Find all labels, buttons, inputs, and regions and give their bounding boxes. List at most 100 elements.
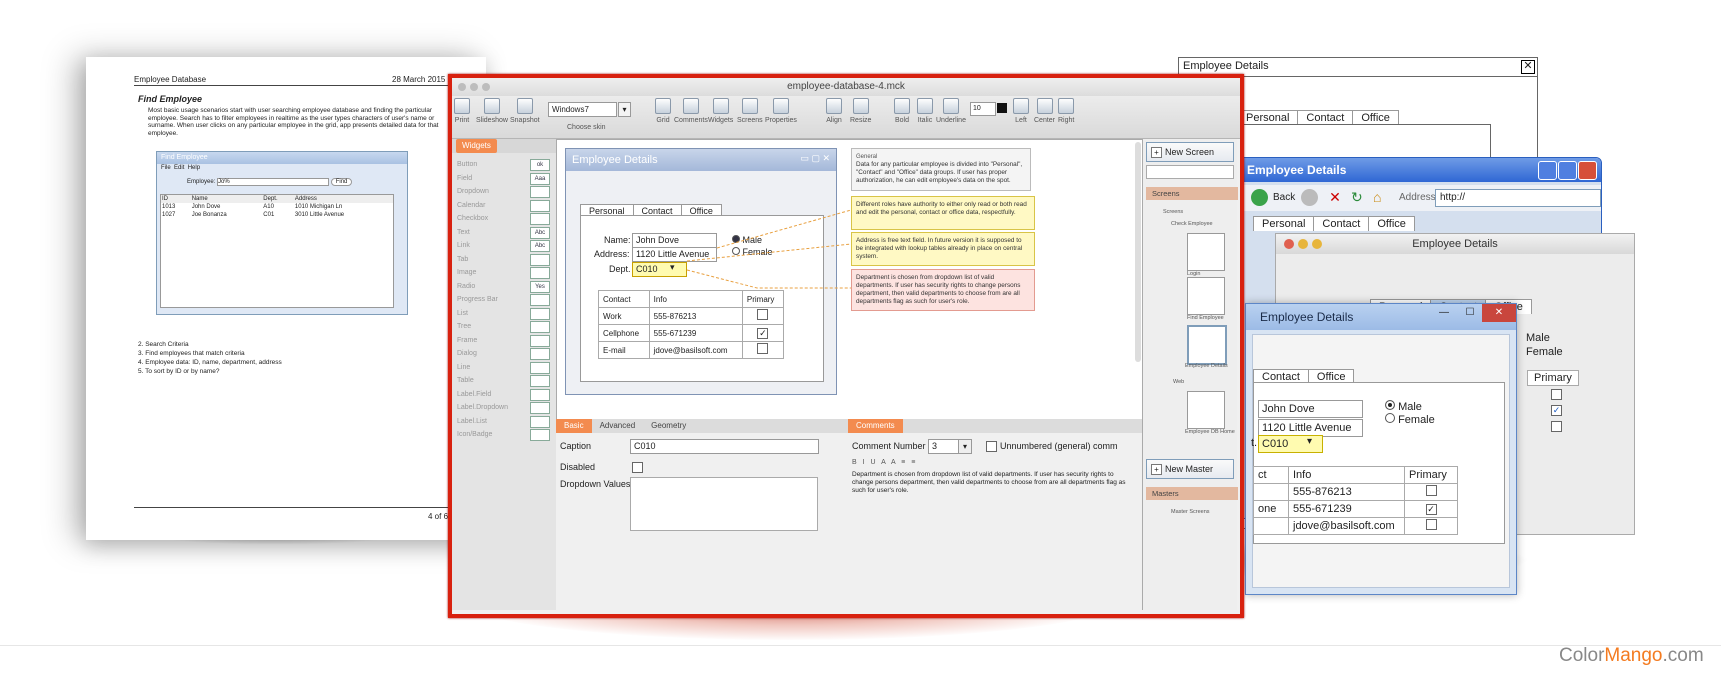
widget-item[interactable]: Frame	[457, 337, 477, 344]
widget-item[interactable]: Field	[457, 175, 472, 182]
unnumbered-checkbox[interactable]	[986, 441, 997, 452]
font-size-field[interactable]: 10	[970, 102, 996, 116]
table-row[interactable]: 555-876213	[1253, 483, 1458, 501]
widget-item[interactable]: Image	[457, 269, 476, 276]
widget-item[interactable]: Progress Bar	[457, 296, 498, 303]
underline-button[interactable]: Underline	[936, 98, 966, 124]
forward-icon[interactable]	[1301, 189, 1318, 206]
align-button[interactable]: Align	[826, 98, 842, 124]
checkbox-checked[interactable]: ✓	[1551, 405, 1562, 416]
checkbox[interactable]	[1425, 485, 1437, 496]
close-icon[interactable]	[458, 83, 466, 91]
tree-item-web[interactable]: Web	[1173, 379, 1184, 385]
tab-comments[interactable]: Comments	[848, 419, 903, 433]
table-row[interactable]: jdove@basilsoft.com	[1253, 517, 1458, 535]
widget-item[interactable]: Calendar	[457, 202, 485, 209]
widget-item[interactable]: Dropdown	[457, 188, 489, 195]
name-field[interactable]: John Dove	[1258, 400, 1363, 418]
widget-item[interactable]: Line	[457, 364, 470, 371]
minimize-icon[interactable]: —	[1434, 304, 1454, 322]
disabled-checkbox[interactable]	[632, 462, 643, 473]
new-screen-button[interactable]: + New Screen	[1146, 142, 1234, 162]
checkbox[interactable]	[1551, 421, 1562, 432]
design-canvas[interactable]: Employee Details ▭ ▢ ✕ Personal Contact Of…	[556, 139, 1144, 421]
widgets-button[interactable]: Widgets	[708, 98, 733, 124]
screen-thumb-find-employee[interactable]	[1187, 277, 1225, 315]
tree-item-check-employee[interactable]: Check Employee	[1171, 221, 1213, 227]
tab-geometry[interactable]: Geometry	[643, 419, 694, 433]
canvas-scrollbar[interactable]	[1135, 142, 1141, 362]
screen-thumb-employee-details[interactable]	[1187, 325, 1227, 365]
back-icon[interactable]	[1251, 189, 1268, 206]
minimize-icon[interactable]	[470, 83, 478, 91]
male-radio[interactable]: Male	[1385, 400, 1422, 413]
print-button[interactable]: Print	[454, 98, 470, 124]
tab-personal[interactable]: Personal	[1237, 110, 1299, 125]
chevron-down-icon[interactable]: ▾	[618, 102, 631, 117]
tab-advanced[interactable]: Advanced	[592, 419, 644, 433]
widget-item[interactable]: Text	[457, 229, 470, 236]
screens-search-field[interactable]	[1146, 165, 1234, 179]
female-radio[interactable]: Female	[1385, 413, 1435, 426]
comment-text[interactable]: Department is chosen from dropdown list …	[852, 471, 1126, 495]
widget-item[interactable]: Tab	[457, 256, 468, 263]
tab-widgets[interactable]: Widgets	[456, 139, 497, 153]
table-row[interactable]: one 555-671239 ✓	[1253, 500, 1458, 518]
skin-dropdown[interactable]: Windows7	[548, 102, 617, 117]
properties-button[interactable]: Properties	[765, 98, 797, 124]
zoom-icon[interactable]	[1312, 239, 1322, 249]
text-format-icons[interactable]: B I U A A ≡ ≡	[852, 459, 917, 466]
color-swatch[interactable]	[997, 103, 1007, 113]
zoom-icon[interactable]	[482, 83, 490, 91]
align-left-button[interactable]: Left	[1013, 98, 1029, 124]
widget-item[interactable]: Link	[457, 242, 470, 249]
minimize-icon[interactable]	[1538, 161, 1557, 180]
home-icon[interactable]: ⌂	[1373, 188, 1391, 206]
caption-field[interactable]: C010	[630, 439, 819, 454]
close-icon[interactable]	[1578, 161, 1597, 180]
checkbox[interactable]	[1425, 519, 1437, 530]
widget-item[interactable]: Table	[457, 377, 474, 384]
tab-office[interactable]: Office	[1368, 216, 1415, 231]
address-field[interactable]: http://	[1435, 189, 1601, 207]
tree-item-master-screens[interactable]: Master Screens	[1171, 509, 1210, 515]
screens-button[interactable]: Screens	[737, 98, 763, 124]
widget-item[interactable]: Label.Dropdown	[457, 404, 508, 411]
comments-button[interactable]: Comments	[674, 98, 708, 124]
chevron-down-icon[interactable]: ▾	[1307, 436, 1312, 447]
tab-personal[interactable]: Personal	[1253, 216, 1315, 231]
widget-item[interactable]: Checkbox	[457, 215, 488, 222]
resize-button[interactable]: Resize	[850, 98, 871, 124]
widget-item[interactable]: Radio	[457, 283, 475, 290]
snapshot-button[interactable]: Snapshot	[510, 98, 540, 124]
refresh-icon[interactable]: ↻	[1351, 189, 1367, 205]
tab-contact[interactable]: Contact	[1313, 216, 1370, 231]
grid-button[interactable]: Grid	[655, 98, 671, 124]
tab-basic[interactable]: Basic	[556, 419, 592, 433]
widget-item[interactable]: Icon/Badge	[457, 431, 492, 438]
chevron-down-icon[interactable]: ▾	[958, 439, 972, 454]
italic-button[interactable]: Italic	[917, 98, 933, 124]
tab-contact[interactable]: Contact	[1297, 110, 1354, 125]
checkbox-checked[interactable]: ✓	[1425, 504, 1437, 515]
widget-item[interactable]: Label.Field	[457, 391, 491, 398]
close-icon[interactable]: ✕	[1482, 304, 1516, 322]
widget-item[interactable]: Label.List	[457, 418, 487, 425]
tab-office[interactable]: Office	[1352, 110, 1399, 125]
align-center-button[interactable]: Center	[1034, 98, 1055, 124]
widget-item[interactable]: Tree	[457, 323, 471, 330]
maximize-icon[interactable]	[1558, 161, 1577, 180]
screen-thumb-web-home[interactable]	[1187, 391, 1225, 429]
screen-thumb-login[interactable]	[1187, 233, 1225, 271]
close-icon[interactable]: ✕	[1521, 60, 1535, 74]
bold-button[interactable]: Bold	[894, 98, 910, 124]
dropdown-values-field[interactable]	[630, 477, 818, 531]
back-button[interactable]: Back	[1273, 192, 1295, 203]
maximize-icon[interactable]: ☐	[1460, 304, 1480, 322]
checkbox[interactable]	[1551, 389, 1562, 400]
minimize-icon[interactable]	[1298, 239, 1308, 249]
close-icon[interactable]	[1284, 239, 1294, 249]
widget-item[interactable]: Button	[457, 161, 477, 168]
widget-item[interactable]: Dialog	[457, 350, 477, 357]
slideshow-button[interactable]: Slideshow	[476, 98, 508, 124]
